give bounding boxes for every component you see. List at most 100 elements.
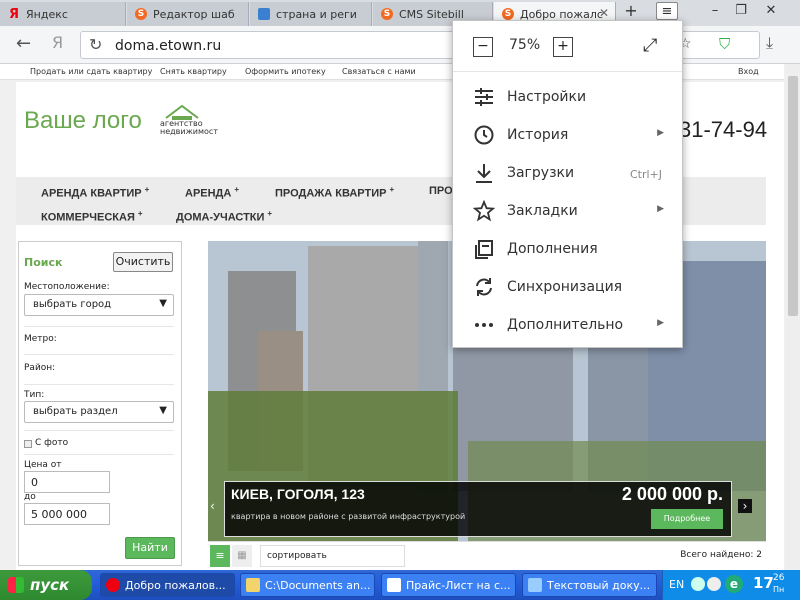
minimize-icon[interactable]: – <box>704 2 726 20</box>
menu-item-sync[interactable]: Синхронизация <box>453 268 682 306</box>
clear-button[interactable]: Очистить <box>113 252 173 272</box>
zoom-in-icon[interactable]: + <box>553 37 573 57</box>
menu-label: АРЕНДА КВАРТИР <box>41 187 142 200</box>
topnav-link[interactable]: Снять квартиру <box>160 67 227 76</box>
new-tab-icon[interactable]: + <box>620 2 642 20</box>
zoom-level: 75% <box>509 37 541 53</box>
slider-next-icon[interactable]: › <box>738 499 752 513</box>
menu-item-commercial[interactable]: КОММЕРЧЕСКАЯ + <box>41 209 143 224</box>
found-count: Всего найдено: 2 <box>680 550 762 560</box>
menu-item-rent-apartments[interactable]: АРЕНДА КВАРТИР + <box>41 185 149 200</box>
reload-icon[interactable]: ↻ <box>89 35 102 54</box>
sort-bar: ≡ ▦ сортировать Всего найдено: 2 <box>208 541 766 569</box>
antivirus-icon[interactable]: e <box>725 575 743 593</box>
sort-select[interactable]: сортировать <box>260 545 405 567</box>
grid-view-icon[interactable]: ▦ <box>232 545 252 567</box>
tab-title: CMS Sitebill <box>399 7 464 21</box>
city-select-value: выбрать город <box>33 299 112 310</box>
tab-title: Редактор шаб <box>153 7 235 21</box>
listing-price: 2 000 000 р. <box>621 484 723 504</box>
folder-icon <box>246 578 260 592</box>
sitebill-icon: S <box>135 8 147 20</box>
login-link[interactable]: Вход <box>738 67 759 76</box>
tray-icon[interactable] <box>691 577 705 591</box>
menu-item-bookmarks[interactable]: Закладки ▶ <box>453 192 682 230</box>
menu-label: ПРО <box>429 185 453 197</box>
settings-sliders-icon <box>475 88 493 106</box>
photo-checkbox[interactable] <box>24 440 32 448</box>
page-scrollbar[interactable] <box>786 64 800 570</box>
taskbar-item-label: Текстовый доку... <box>547 579 651 592</box>
logo-tagline-line: недвижимост <box>160 127 218 136</box>
tab-yandex[interactable]: Я Яндекс <box>0 2 126 26</box>
language-indicator[interactable]: EN <box>669 578 684 591</box>
menu-label: КОММЕРЧЕСКАЯ <box>41 211 135 224</box>
tab-title: Яндекс <box>26 7 68 21</box>
sync-icon <box>476 278 492 296</box>
list-view-icon[interactable]: ≡ <box>210 545 230 567</box>
price-to-label: до <box>24 492 36 502</box>
tray-icon[interactable] <box>707 577 721 591</box>
slider-prev-icon[interactable]: ‹ <box>210 499 215 513</box>
logo-tagline: агентство недвижимост <box>160 120 218 136</box>
city-select[interactable]: выбрать город ▼ <box>24 294 174 316</box>
sitebill-icon: S <box>381 8 393 20</box>
dropdown-arrow-icon: ▼ <box>159 405 167 416</box>
scrollbar-thumb[interactable] <box>788 76 798 316</box>
menu-item-label: Дополнительно <box>507 317 624 333</box>
close-window-icon[interactable]: ✕ <box>760 2 782 20</box>
protect-shield-icon[interactable]: ⛉ <box>719 35 730 53</box>
menu-item-label: Настройки <box>507 89 587 105</box>
taskbar-item-browser[interactable]: Добро пожалов... <box>100 573 235 597</box>
price-from-input[interactable]: 0 <box>24 471 110 493</box>
menu-item-sale-apartments[interactable]: ПРОДАЖА КВАРТИР + <box>275 185 394 200</box>
clock-hours: 17 <box>753 574 774 592</box>
shortcut-label: Ctrl+J <box>629 168 662 181</box>
yandex-home-icon[interactable]: Я <box>52 33 63 52</box>
topnav-link[interactable]: Продать или сдать квартиру <box>30 67 152 76</box>
bookmark-star-icon <box>473 200 495 222</box>
menu-item-addons[interactable]: Дополнения <box>453 230 682 268</box>
topnav-link[interactable]: Оформить ипотеку <box>245 67 326 76</box>
photo-label: С фото <box>35 438 69 448</box>
menu-item-houses[interactable]: ДОМА-УЧАСТКИ + <box>176 209 272 224</box>
close-tab-icon[interactable]: ✕ <box>599 6 609 20</box>
download-icon <box>476 164 492 183</box>
submenu-arrow-icon: ▶ <box>657 318 664 328</box>
site-logo[interactable]: Ваше лого <box>24 107 142 135</box>
dropdown-arrow-icon: ▼ <box>159 298 167 309</box>
taskbar-item-folder[interactable]: C:\Documents an... <box>240 573 375 597</box>
menu-item-label: Загрузки <box>507 165 575 181</box>
fullscreen-icon[interactable]: ⤢ <box>643 35 657 56</box>
system-tray: EN e 17 26 Пн <box>662 570 800 600</box>
back-arrow-icon[interactable]: ← <box>16 33 31 54</box>
menu-item-rent[interactable]: АРЕНДА + <box>185 185 239 200</box>
find-button[interactable]: Найти <box>125 537 175 559</box>
zoom-out-icon[interactable]: − <box>473 37 493 57</box>
start-button[interactable]: пуск <box>0 570 92 600</box>
menu-item-pro[interactable]: ПРО <box>429 185 453 197</box>
more-button[interactable]: Подробнее <box>651 509 723 529</box>
downloads-icon[interactable]: ⤓ <box>766 33 773 53</box>
menu-item-downloads[interactable]: Загрузки Ctrl+J <box>453 154 682 192</box>
topnav-link[interactable]: Связаться с нами <box>342 67 416 76</box>
taskbar-item-text-doc[interactable]: Текстовый доку... <box>522 573 657 597</box>
browser-menu: − 75% + ⤢ Настройки История ▶ Загрузки C… <box>452 20 683 348</box>
menu-hamburger-icon[interactable]: ≡ <box>656 2 678 20</box>
tab-country-region[interactable]: страна и реги <box>250 2 372 26</box>
metro-label: Метро: <box>24 334 57 344</box>
menu-item-more[interactable]: Дополнительно ▶ <box>453 306 682 344</box>
restore-icon[interactable]: ❐ <box>730 2 752 20</box>
listing-title[interactable]: КИЕВ, ГОГОЛЯ, 123 <box>231 486 365 502</box>
type-select[interactable]: выбрать раздел ▼ <box>24 401 174 423</box>
listing-description: квартира в новом районе с развитой инфра… <box>231 512 466 521</box>
menu-item-settings[interactable]: Настройки <box>453 78 682 116</box>
tab-template-editor[interactable]: S Редактор шаб <box>127 2 249 26</box>
taskbar-item-price-list[interactable]: Прайс-Лист на с... <box>381 573 516 597</box>
menu-divider <box>453 71 682 72</box>
price-to-input[interactable]: 5 000 000 <box>24 503 110 525</box>
divider <box>24 384 174 385</box>
start-label: пуск <box>30 576 70 594</box>
menu-item-history[interactable]: История ▶ <box>453 116 682 154</box>
phone-number: 31-74-94 <box>679 117 768 142</box>
